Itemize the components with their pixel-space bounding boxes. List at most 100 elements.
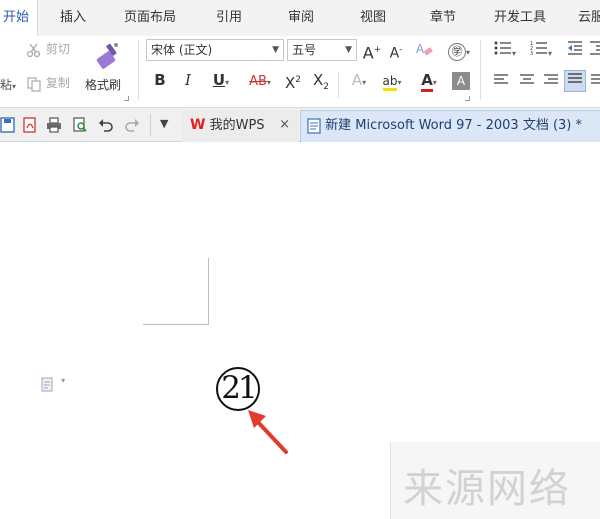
tab-my-wps-label: 我的WPS xyxy=(209,118,265,133)
distributed-align-button[interactable] xyxy=(590,72,600,92)
chevron-down-icon: ▾ xyxy=(465,48,470,57)
copy-button[interactable]: 复制 xyxy=(26,74,70,92)
paste-button[interactable]: 粘▾ xyxy=(0,76,16,93)
copy-label: 复制 xyxy=(45,76,70,90)
strikethrough-label: AB xyxy=(249,74,267,89)
decrease-indent-icon xyxy=(568,41,582,55)
watermark-text: 来源网络 xyxy=(403,466,571,512)
font-color-label: A xyxy=(421,71,433,92)
cut-label: 剪切 xyxy=(45,42,70,56)
ribbon-separator xyxy=(138,40,139,100)
tab-document[interactable]: 新建 Microsoft Word 97 - 2003 文档 (3) * xyxy=(300,110,600,142)
cut-button[interactable]: 剪切 xyxy=(26,40,70,58)
bullet-list-icon xyxy=(494,41,511,55)
font-family-select[interactable]: 宋体 (正文) ▼ xyxy=(146,39,284,61)
undo-icon[interactable] xyxy=(98,117,114,133)
underline-label: U xyxy=(212,71,226,89)
page-margin-marker xyxy=(208,258,209,325)
align-right-button[interactable] xyxy=(542,72,560,92)
chevron-down-icon: ▼ xyxy=(345,45,352,55)
superscript-button[interactable]: X2 xyxy=(282,70,304,93)
plus-icon: + xyxy=(373,45,382,55)
chevron-down-icon: ▼ xyxy=(272,45,279,55)
grow-font-button[interactable]: A+ xyxy=(362,40,382,63)
strikethrough-button[interactable]: AB▾ xyxy=(242,70,278,93)
chevron-down-icon: ▾ xyxy=(225,78,230,87)
superscript-mark: 2 xyxy=(295,75,301,85)
tab-my-wps[interactable]: W 我的WPS × xyxy=(182,110,298,142)
highlight-button[interactable]: ab▾ xyxy=(376,70,408,93)
char-shading-button[interactable]: A xyxy=(452,72,470,90)
menu-tab-references[interactable]: 引用 xyxy=(216,0,242,36)
numbered-list-button[interactable]: 1 2 3 ▾ xyxy=(526,40,556,64)
paste-options-button[interactable]: ▾ xyxy=(40,376,65,396)
menu-tab-page-layout[interactable]: 页面布局 xyxy=(124,0,176,36)
align-center-button[interactable] xyxy=(518,72,536,92)
eraser-icon: A xyxy=(416,42,433,56)
increase-indent-icon xyxy=(590,41,600,55)
bullet-list-button[interactable]: ▾ xyxy=(490,40,520,64)
font-size-value: 五号 xyxy=(292,43,317,57)
bold-button[interactable]: B xyxy=(150,70,170,90)
menu-bar: 开始 插入 页面布局 引用 审阅 视图 章节 开发工具 云服 xyxy=(0,0,600,36)
shrink-font-button[interactable]: A- xyxy=(386,40,406,64)
paste-label: 粘 xyxy=(0,78,13,92)
format-painter-label: 格式刷 xyxy=(85,78,122,92)
align-left-icon xyxy=(494,74,508,84)
superscript-label: X xyxy=(284,74,296,92)
menu-tab-section[interactable]: 章节 xyxy=(430,0,456,36)
justify-button[interactable] xyxy=(564,70,586,92)
tab-document-label: 新建 Microsoft Word 97 - 2003 文档 (3) * xyxy=(325,118,583,133)
menu-tab-start[interactable]: 开始 xyxy=(0,0,38,36)
page-margin-marker xyxy=(143,324,209,325)
chevron-down-icon: ▾ xyxy=(266,78,271,87)
font-dialog-launcher[interactable] xyxy=(465,96,470,101)
ribbon: 粘▾ 剪切 复制 格式刷 宋体 (正文) ▼ 五号 ▼ A+ A- A ㊫ ▾ … xyxy=(0,36,600,108)
menu-tab-cloud[interactable]: 云服 xyxy=(578,0,600,36)
subscript-mark: 2 xyxy=(323,82,329,92)
font-color-button[interactable]: A▾ xyxy=(414,70,444,93)
svg-text:3: 3 xyxy=(530,51,533,56)
menu-tab-insert[interactable]: 插入 xyxy=(60,0,86,36)
print-preview-icon[interactable] xyxy=(72,117,88,133)
italic-button[interactable]: I xyxy=(178,70,198,90)
subscript-button[interactable]: X2 xyxy=(310,70,332,97)
menu-tab-review[interactable]: 审阅 xyxy=(288,0,314,36)
clear-format-button[interactable]: A xyxy=(414,40,434,63)
font-size-select[interactable]: 五号 ▼ xyxy=(287,39,357,61)
ribbon-separator xyxy=(480,40,481,100)
chevron-down-icon: ▾ xyxy=(432,78,437,87)
shrink-font-label: A xyxy=(389,45,400,62)
text-effects-button[interactable]: A▾ xyxy=(344,70,374,93)
minus-icon: - xyxy=(399,45,403,55)
phonetic-icon: ㊫ xyxy=(447,43,466,61)
subscript-label: X xyxy=(312,71,324,89)
text-effects-label: A xyxy=(351,71,363,89)
phonetic-guide-button[interactable]: ㊫ ▾ xyxy=(444,40,474,63)
scissors-icon xyxy=(26,43,41,57)
align-left-button[interactable] xyxy=(492,72,510,92)
toolbar-separator xyxy=(150,114,151,136)
menu-tab-developer[interactable]: 开发工具 xyxy=(494,0,546,36)
tab-bar: ▼ W 我的WPS × 新建 Microsoft Word 97 - 2003 … xyxy=(0,108,600,142)
chevron-down-icon: ▾ xyxy=(397,78,402,87)
chevron-down-icon: ▾ xyxy=(511,49,516,58)
decrease-indent-button[interactable] xyxy=(566,40,584,61)
document-canvas[interactable]: ▾ 21 来源网络 xyxy=(0,142,600,519)
ribbon-separator xyxy=(338,72,339,98)
format-painter-button[interactable]: 格式刷 xyxy=(85,38,132,104)
justify-icon xyxy=(568,73,582,83)
wps-logo-icon: W xyxy=(190,117,206,133)
customize-toolbar-icon[interactable]: ▼ xyxy=(160,117,168,130)
print-icon[interactable] xyxy=(46,117,62,133)
export-pdf-icon[interactable] xyxy=(22,117,38,133)
underline-button[interactable]: U▾ xyxy=(206,70,236,93)
increase-indent-button[interactable] xyxy=(588,40,600,61)
format-painter-icon xyxy=(96,43,118,69)
save-icon[interactable] xyxy=(0,117,16,133)
redo-icon[interactable] xyxy=(124,117,140,133)
clipboard-dialog-launcher[interactable] xyxy=(124,96,129,101)
chevron-down-icon: ▾ xyxy=(61,376,66,385)
close-icon[interactable]: × xyxy=(279,110,290,140)
menu-tab-view[interactable]: 视图 xyxy=(360,0,386,36)
